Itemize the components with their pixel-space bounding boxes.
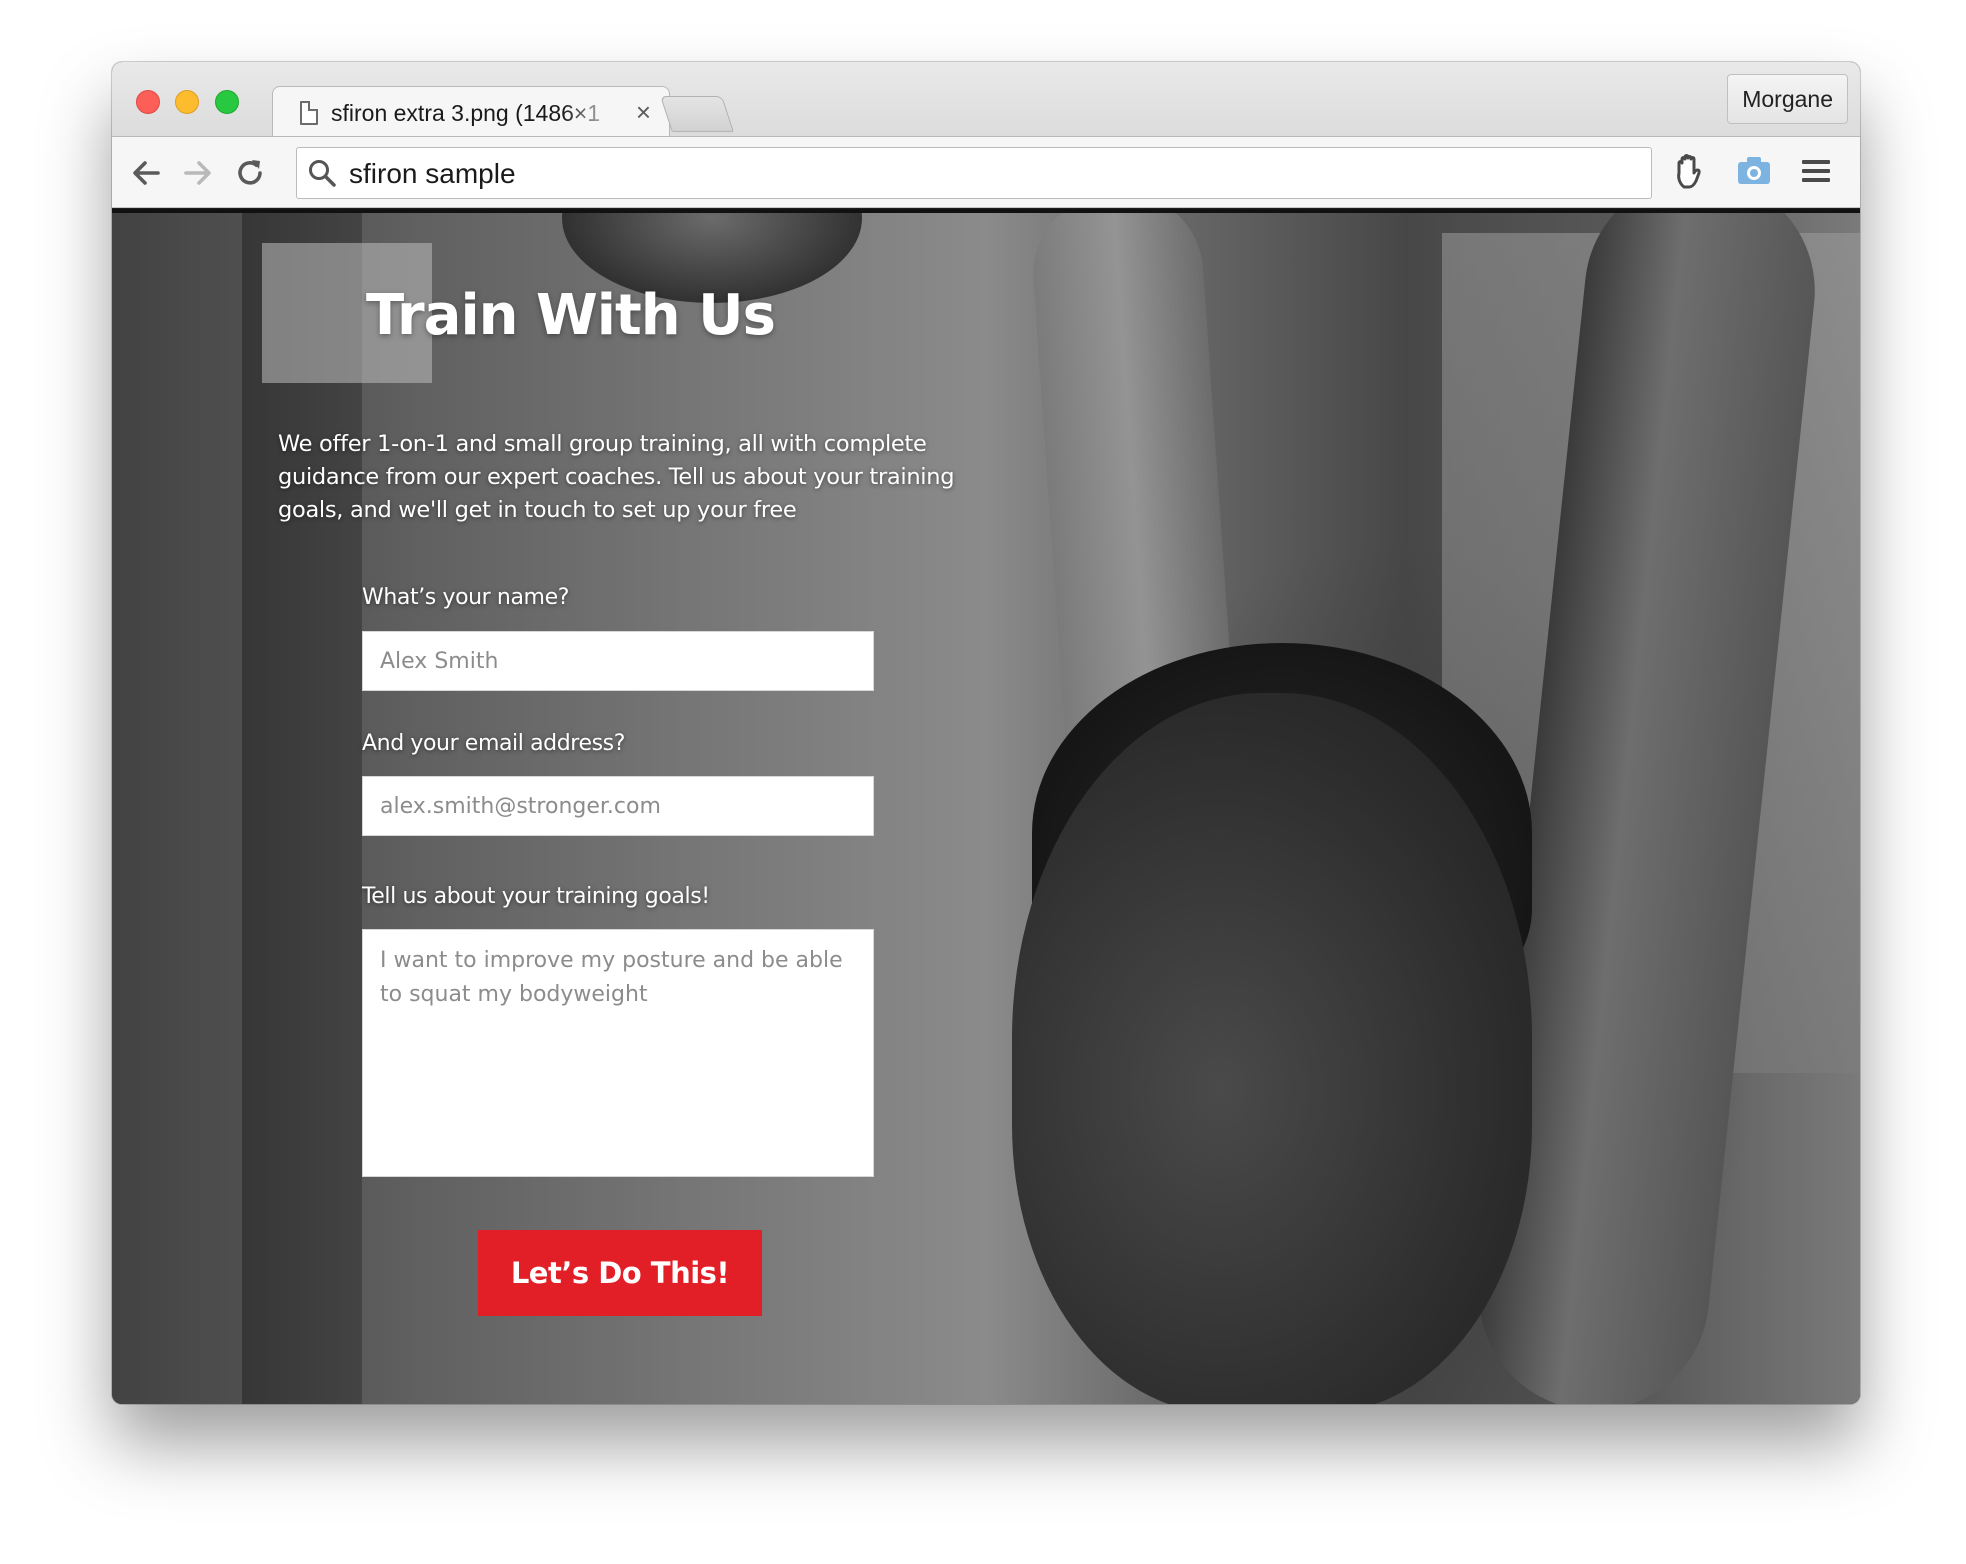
page-viewport: Train With Us We offer 1-on-1 and small … xyxy=(112,209,1860,1404)
arrow-left-icon xyxy=(133,161,160,185)
browser-tab-active[interactable]: sfiron extra 3.png (1486×1 × xyxy=(272,86,670,138)
submit-button[interactable]: Let’s Do This! xyxy=(478,1230,762,1316)
tab-close-icon[interactable]: × xyxy=(636,97,651,127)
camera-icon[interactable] xyxy=(1734,151,1774,191)
browser-window: sfiron extra 3.png (1486×1 × Morgane sfi… xyxy=(112,62,1860,1404)
profile-button[interactable]: Morgane xyxy=(1727,74,1848,124)
browser-toolbar: sfiron sample xyxy=(112,136,1860,208)
window-close-button[interactable] xyxy=(136,90,160,114)
new-tab-button[interactable] xyxy=(660,96,734,132)
hand-stop-icon[interactable] xyxy=(1672,151,1712,191)
tab-strip: sfiron extra 3.png (1486×1 × Morgane xyxy=(112,62,1860,138)
file-icon xyxy=(300,101,318,125)
goals-label: Tell us about your training goals! xyxy=(362,884,710,909)
address-bar-text: sfiron sample xyxy=(349,158,516,189)
email-input[interactable] xyxy=(362,776,874,836)
background-athlete xyxy=(1012,693,1532,1404)
reload-button[interactable] xyxy=(232,155,268,191)
forward-button[interactable] xyxy=(180,155,216,191)
address-bar[interactable]: sfiron sample xyxy=(296,147,1652,199)
page-title: Train With Us xyxy=(366,283,776,348)
goals-textarea[interactable] xyxy=(362,929,874,1177)
intro-text: We offer 1-on-1 and small group training… xyxy=(278,431,955,523)
name-label: What’s your name? xyxy=(362,585,569,610)
name-input[interactable] xyxy=(362,631,874,691)
window-minimize-button[interactable] xyxy=(175,90,199,114)
arrow-right-icon xyxy=(184,161,211,185)
reload-icon xyxy=(238,160,262,185)
back-button[interactable] xyxy=(128,155,164,191)
window-maximize-button[interactable] xyxy=(215,90,239,114)
hamburger-menu-icon[interactable] xyxy=(1796,151,1836,191)
tab-title: sfiron extra 3.png (1486×1 xyxy=(331,100,601,126)
email-label: And your email address? xyxy=(362,731,625,756)
search-icon xyxy=(309,160,336,187)
background-rack xyxy=(242,213,362,1404)
